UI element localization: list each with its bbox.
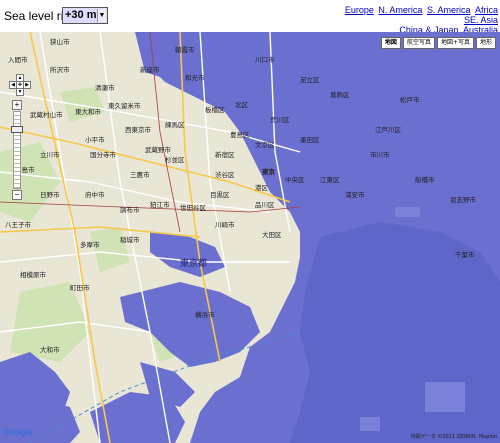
pan-control[interactable]: ▲ ◀ ✥ ▶ ▼ — [9, 74, 31, 96]
map-canvas[interactable]: 東京都 武蔵村山市 東大和市 清瀬市 東久留米市 小平市 国分寺市 立川市 府中… — [0, 32, 500, 443]
label-chofu: 調布市 — [120, 205, 140, 214]
map-type-control: 地図 航空写真 地図+写真 地形 — [380, 37, 496, 49]
label-adachi: 足立区 — [300, 75, 320, 84]
google-logo[interactable]: Google — [3, 427, 33, 437]
label-kokubunji: 国分寺市 — [90, 150, 117, 159]
region-link-north-america[interactable]: N. America — [378, 5, 422, 15]
control-bar: Sea level rise: +30 m ▼ Europe N. Americ… — [0, 0, 500, 35]
zoom-slider[interactable] — [11, 111, 23, 189]
map-type-satellite-button[interactable]: 航空写真 — [402, 37, 435, 49]
label-tokorozawa: 所沢市 — [50, 65, 70, 74]
sea-level-select[interactable]: +30 m ▼ — [62, 7, 108, 24]
label-fuchu: 府中市 — [85, 190, 105, 199]
label-kodaira: 小平市 — [85, 135, 105, 144]
label-machida: 町田市 — [70, 283, 90, 292]
label-tama: 多摩市 — [80, 240, 100, 249]
label-koto: 江東区 — [320, 175, 340, 184]
chevron-down-icon[interactable]: ▼ — [97, 9, 106, 22]
label-musashino: 武蔵野市 — [145, 145, 172, 154]
label-asaka: 朝霞市 — [175, 45, 195, 54]
label-chiba: 千葉市 — [455, 250, 475, 259]
label-higashiyamato: 東大和市 — [75, 107, 102, 116]
zoom-out-button[interactable]: − — [12, 190, 22, 200]
label-ichikawa: 市川市 — [370, 150, 390, 159]
label-shinjuku: 新宿区 — [215, 150, 235, 159]
label-higashikurume: 東久留米市 — [108, 101, 141, 110]
region-link-south-america[interactable]: S. America — [427, 5, 471, 15]
label-kita: 北区 — [235, 101, 249, 109]
map-type-terrain-button[interactable]: 地形 — [475, 37, 496, 49]
label-arakawa: 荒川区 — [270, 115, 290, 124]
label-urayasu: 浦安市 — [345, 190, 365, 199]
label-tokyo-to: 東京都 — [180, 257, 207, 269]
label-kiyose: 清瀬市 — [95, 83, 115, 92]
label-iruma: 入間市 — [8, 55, 28, 64]
label-yokohama: 横浜市 — [195, 310, 215, 319]
region-link-europe[interactable]: Europe — [345, 5, 374, 15]
label-toshima: 豊島区 — [230, 130, 250, 139]
label-sagamihara: 相模原市 — [20, 270, 47, 279]
pan-down-icon[interactable]: ▼ — [16, 88, 24, 96]
label-tachikawa: 立川市 — [40, 150, 60, 159]
zoom-in-button[interactable]: + — [12, 100, 22, 110]
label-chuo: 中央区 — [285, 175, 305, 184]
label-katsushika: 葛飾区 — [330, 90, 350, 99]
zoom-slider-handle[interactable] — [11, 126, 23, 133]
label-hino: 日野市 — [40, 190, 60, 199]
map-type-map-button[interactable]: 地図 — [380, 37, 401, 49]
label-ota: 大田区 — [262, 230, 282, 239]
label-edogawa: 江戸川区 — [375, 126, 402, 134]
label-komae: 狛江市 — [150, 200, 170, 209]
region-links: Europe N. America S. America Africa SE. … — [338, 5, 498, 35]
label-kawaguchi: 川口市 — [255, 55, 275, 64]
label-sumida: 墨田区 — [300, 136, 320, 144]
region-link-africa[interactable]: Africa — [475, 5, 498, 15]
map-type-hybrid-button[interactable]: 地図+写真 — [436, 37, 474, 49]
label-nerima: 練馬区 — [165, 120, 185, 129]
label-shinagawa: 品川区 — [255, 201, 275, 209]
label-matsudo: 松戸市 — [400, 95, 420, 104]
label-tokyo: 東京 — [262, 167, 276, 176]
map-attribution: 地図データ ©2011 ZENRIN, Mapion — [410, 434, 497, 440]
map-svg[interactable]: 東京都 武蔵村山市 東大和市 清瀬市 東久留米市 小平市 国分寺市 立川市 府中… — [0, 32, 500, 443]
label-itabashi: 板橋区 — [205, 105, 225, 114]
label-shibuya: 渋谷区 — [215, 170, 235, 179]
label-funabashi: 船橋市 — [415, 175, 435, 184]
label-wako: 和光市 — [185, 73, 205, 82]
sea-level-value: +30 m — [65, 9, 97, 21]
label-sayama: 狭山市 — [50, 37, 70, 46]
zoom-control[interactable]: + − — [11, 100, 23, 200]
label-yamato: 大和市 — [40, 345, 60, 354]
label-mitaka: 三鷹市 — [130, 170, 150, 179]
label-suginami: 杉並区 — [165, 155, 185, 164]
pan-right-icon[interactable]: ▶ — [23, 81, 31, 89]
google-logo-text: Google — [3, 427, 33, 437]
label-bunkyo: 文京区 — [255, 140, 275, 149]
label-meguro: 目黒区 — [210, 191, 230, 199]
label-musashimurayama: 武蔵村山市 — [30, 110, 63, 119]
label-nishitokyo: 西東京市 — [125, 125, 152, 134]
label-narashino: 習志野市 — [450, 195, 477, 204]
region-link-se-asia[interactable]: SE. Asia — [464, 15, 498, 25]
label-inagi: 稲城市 — [120, 235, 140, 244]
label-setagaya: 世田谷区 — [180, 203, 207, 212]
label-kawasaki: 川崎市 — [215, 220, 235, 229]
label-minato: 港区 — [255, 183, 269, 192]
label-niiza: 新座市 — [140, 65, 160, 74]
label-hachioji: 八王子市 — [5, 220, 32, 229]
